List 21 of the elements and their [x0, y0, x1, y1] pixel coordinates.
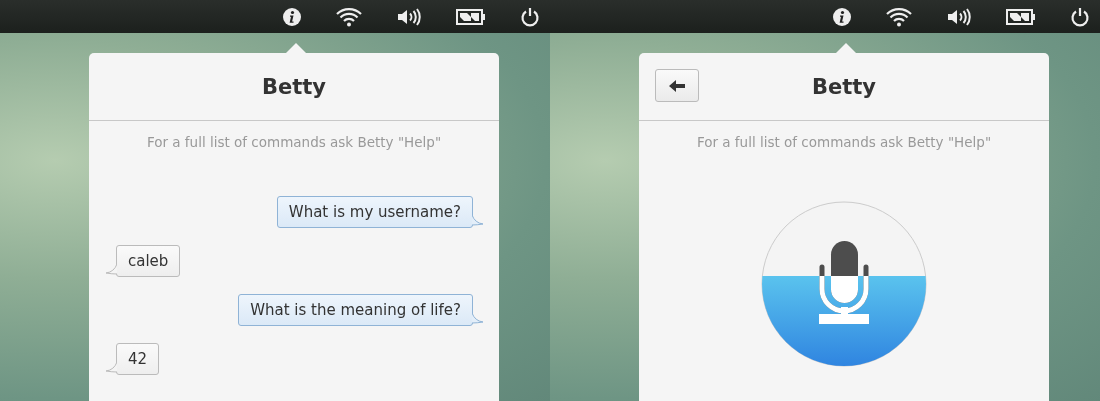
battery-icon[interactable] — [456, 8, 486, 25]
popover-title: Betty — [812, 74, 876, 99]
wifi-icon[interactable] — [336, 6, 362, 27]
power-icon[interactable] — [1070, 6, 1090, 27]
bubble-tail — [472, 312, 484, 324]
info-icon[interactable] — [832, 6, 852, 27]
bubble-tail — [105, 361, 117, 373]
volume-icon[interactable] — [946, 6, 972, 27]
battery-icon[interactable] — [1006, 8, 1036, 25]
popover-title: Betty — [262, 74, 326, 99]
info-icon[interactable] — [282, 6, 302, 27]
wifi-icon[interactable] — [886, 6, 912, 27]
back-button[interactable] — [655, 69, 699, 102]
help-hint: For a full list of commands ask Betty "Help" — [145, 134, 443, 150]
bubble-tail — [105, 263, 117, 275]
microphone-button[interactable] — [761, 201, 927, 367]
volume-icon[interactable] — [396, 6, 422, 27]
bubble-tail — [472, 214, 484, 226]
back-arrow-icon — [668, 78, 686, 93]
power-icon[interactable] — [520, 6, 540, 27]
help-hint: For a full list of commands ask Betty "Help" — [695, 134, 993, 150]
